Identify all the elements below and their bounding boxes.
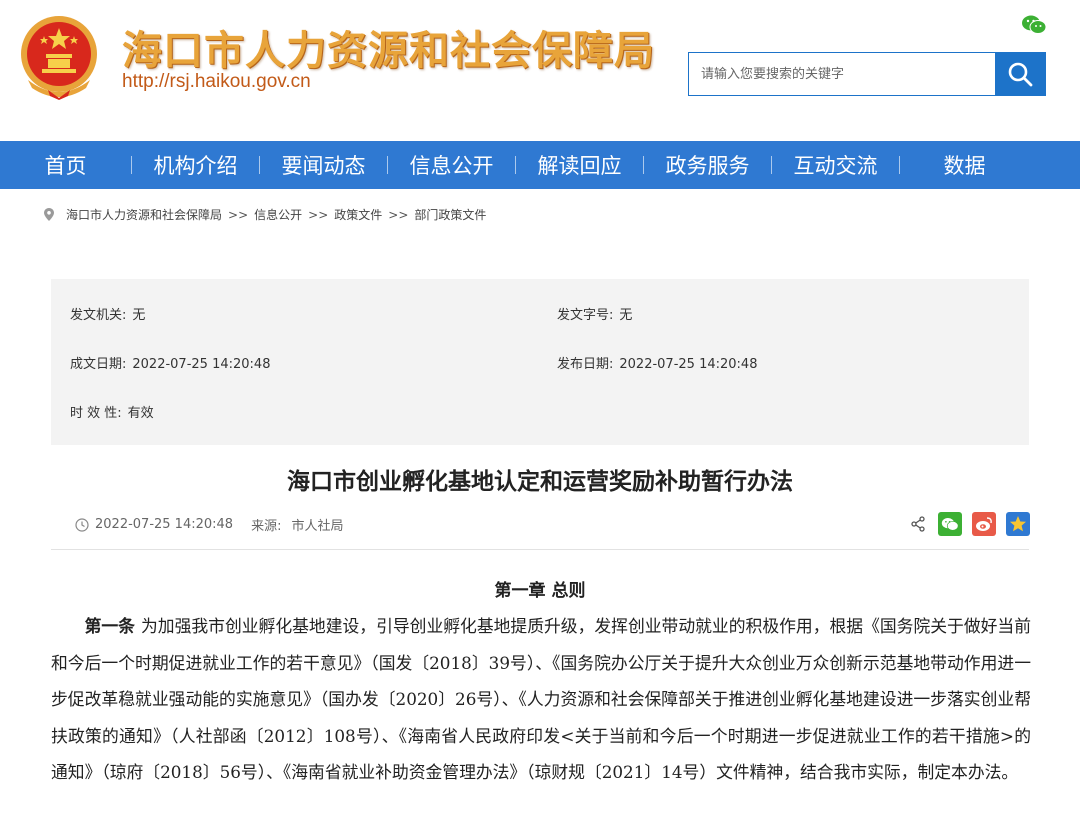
search-box [688,52,1046,96]
breadcrumb-separator: >> [388,207,409,222]
search-button[interactable] [995,53,1045,95]
nav-item-info-disclosure[interactable]: 信息公开 [388,141,515,189]
breadcrumb-policy-docs[interactable]: 政策文件 [334,206,382,223]
main-nav: 首页 机构介绍 要闻动态 信息公开 解读回应 政务服务 互动交流 数据 [0,141,1080,189]
national-emblem-icon [21,16,97,100]
meta-issuer-value: 无 [132,308,146,323]
article-source-label: 来源: [251,519,282,534]
article-paragraph: 第一条 为加强我市创业孵化基地建设，引导创业孵化基地提质升级，发挥创业带动就业的积… [51,608,1031,791]
search-input[interactable] [689,53,995,95]
clock-icon [75,517,89,532]
meta-validity-label: 时 效 性: [70,406,122,421]
article-paragraph-lead: 第一条 [84,616,135,636]
breadcrumb-dept-policy-docs[interactable]: 部门政策文件 [414,206,486,223]
article-divider [51,549,1029,550]
wechat-icon[interactable] [1021,14,1047,36]
article-info-bar: 2022-07-25 14:20:48 来源: 市人社局 [75,515,343,534]
breadcrumb-home[interactable]: 海口市人力资源和社会保障局 [66,206,222,223]
meta-validity-value: 有效 [127,406,154,421]
meta-validity: 时 效 性: 有效 [70,402,154,421]
meta-issuer: 发文机关: 无 [70,304,145,323]
weibo-icon [976,517,992,531]
nav-item-news[interactable]: 要闻动态 [260,141,387,189]
nav-item-home[interactable]: 首页 [0,141,131,189]
breadcrumb-separator: >> [308,207,329,222]
share-qzone-button[interactable] [1006,512,1030,536]
site-title: 海口市人力资源和社会保障局 [122,28,655,74]
document-meta-box: 发文机关: 无 发文字号: 无 成文日期: 2022-07-25 14:20:48 发… [51,279,1029,445]
meta-issuer-label: 发文机关: [70,308,127,323]
share-icon [911,516,925,532]
article-title: 海口市创业孵化基地认定和运营奖励补助暂行办法 [287,469,793,495]
article-source-value: 市人社局 [291,519,344,534]
meta-written-date-value: 2022-07-25 14:20:48 [132,357,271,372]
location-pin-icon [44,208,54,221]
meta-publish-date-label: 发布日期: [557,357,614,372]
article-date: 2022-07-25 14:20:48 [95,517,234,532]
meta-written-date-label: 成文日期: [70,357,127,372]
share-button[interactable] [908,512,928,536]
chapter-heading: 第一章 总则 [494,581,586,601]
meta-doc-number-value: 无 [619,308,633,323]
nav-item-services[interactable]: 政务服务 [644,141,771,189]
breadcrumb: 海口市人力资源和社会保障局 >> 信息公开 >> 政策文件 >> 部门政策文件 [44,206,486,223]
meta-publish-date: 发布日期: 2022-07-25 14:20:48 [557,353,757,372]
share-wechat-button[interactable] [938,512,962,536]
share-weibo-button[interactable] [972,512,996,536]
nav-item-about[interactable]: 机构介绍 [132,141,259,189]
article-paragraph-text: 为加强我市创业孵化基地建设，引导创业孵化基地提质升级，发挥创业带动就业的积极作用… [51,616,1031,783]
breadcrumb-info-disclosure[interactable]: 信息公开 [254,206,302,223]
nav-item-data[interactable]: 数据 [900,141,1029,189]
qzone-star-icon [1010,516,1026,532]
meta-publish-date-value: 2022-07-25 14:20:48 [619,357,758,372]
breadcrumb-separator: >> [228,207,249,222]
meta-written-date: 成文日期: 2022-07-25 14:20:48 [70,353,270,372]
search-icon [1008,62,1033,87]
site-url[interactable]: http://rsj.haikou.gov.cn [122,71,311,93]
site-header: 海口市人力资源和社会保障局 http://rsj.haikou.gov.cn [0,0,1080,141]
meta-doc-number: 发文字号: 无 [557,304,632,323]
nav-item-interpretation[interactable]: 解读回应 [516,141,643,189]
wechat-share-icon [941,517,959,531]
share-bar [908,512,1030,536]
meta-doc-number-label: 发文字号: [557,308,614,323]
nav-item-interaction[interactable]: 互动交流 [772,141,899,189]
